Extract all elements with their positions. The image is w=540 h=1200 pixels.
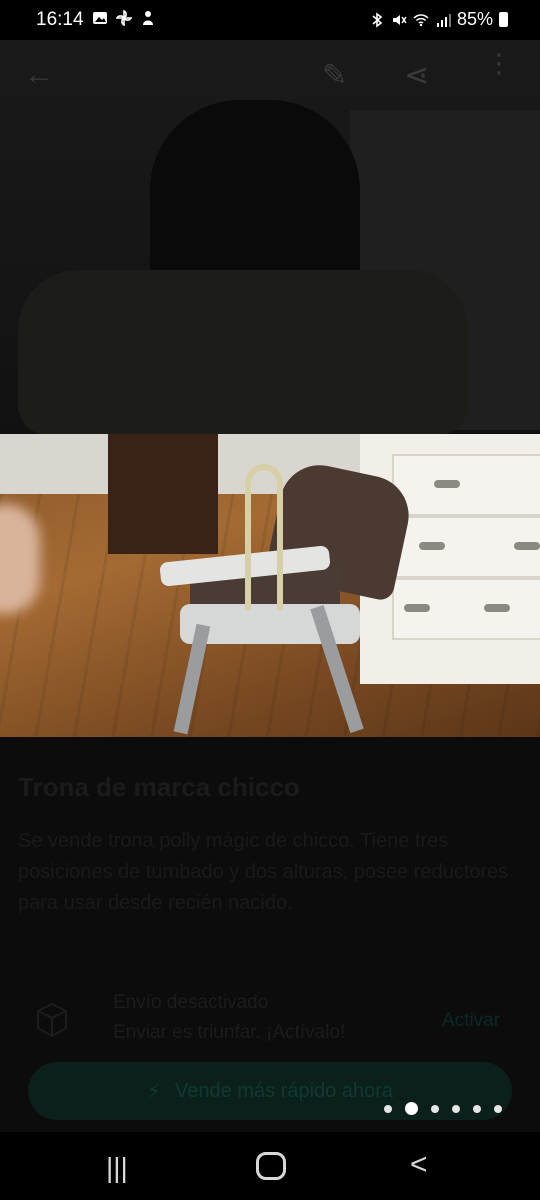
activate-shipping-link[interactable]: Activar <box>442 1010 500 1032</box>
photo-toy-bar <box>245 464 283 610</box>
photo-handle <box>514 542 540 550</box>
navigation-bar: ||| < <box>0 1132 540 1200</box>
product-description: Se vende trona polly mágic de chicco. Ti… <box>18 830 509 914</box>
status-left-icons <box>92 10 156 26</box>
screen: 16:14 85% ← ✎ ⋖ ⋮ Trona de marca chicco … <box>0 0 540 1200</box>
pagination-dot-active[interactable] <box>405 1102 418 1115</box>
pagination-dot[interactable] <box>452 1104 460 1113</box>
share-icon[interactable]: ⋖ <box>404 58 429 93</box>
photo-handle <box>434 480 460 488</box>
mute-icon <box>392 14 407 25</box>
product-photo[interactable] <box>0 434 540 737</box>
back-button[interactable]: < <box>410 1148 428 1182</box>
photo-drawer <box>392 516 540 578</box>
photo-finger <box>0 504 40 614</box>
product-title: Trona de marca chicco <box>18 772 300 802</box>
pinwheel-icon <box>116 10 132 26</box>
shipping-subtitle: Enviar es triunfar. ¡Actívalo! <box>113 1022 346 1043</box>
photo-drawer <box>392 578 540 640</box>
person-icon <box>143 11 153 25</box>
pagination-dot[interactable] <box>384 1104 392 1113</box>
photo-handle <box>404 604 430 612</box>
sell-faster-label: Vende más rápido ahora <box>175 1079 393 1102</box>
pagination-dot[interactable] <box>494 1104 502 1113</box>
status-right-icons: 85% <box>369 9 508 30</box>
bluetooth-icon <box>372 11 383 28</box>
pagination-dot[interactable] <box>473 1104 481 1113</box>
photo-handle <box>419 542 445 550</box>
photo-dark-dresser <box>108 434 218 554</box>
photo-drawer <box>392 454 540 516</box>
status-bar: 16:14 85% <box>0 0 540 40</box>
bolt-icon: ⚡ <box>147 1080 162 1103</box>
recent-apps-button[interactable]: ||| <box>106 1152 128 1184</box>
package-icon <box>37 1002 67 1038</box>
background-photo <box>0 40 540 435</box>
shipping-title: Envío desactivado <box>113 992 269 1013</box>
more-options-icon[interactable]: ⋮ <box>486 50 512 76</box>
pagination-dot[interactable] <box>431 1104 439 1113</box>
status-time: 16:14 <box>36 9 84 30</box>
battery-text: 85% <box>456 9 493 29</box>
image-pagination <box>384 1102 502 1115</box>
image-icon <box>93 12 107 24</box>
background-tray <box>18 270 468 435</box>
home-button[interactable] <box>256 1152 286 1180</box>
back-arrow-icon[interactable]: ← <box>24 58 54 92</box>
edit-icon[interactable]: ✎ <box>322 58 347 93</box>
wifi-icon <box>413 13 429 26</box>
signal-icon <box>436 13 451 27</box>
photo-handle <box>484 604 510 612</box>
battery-icon <box>499 12 508 27</box>
